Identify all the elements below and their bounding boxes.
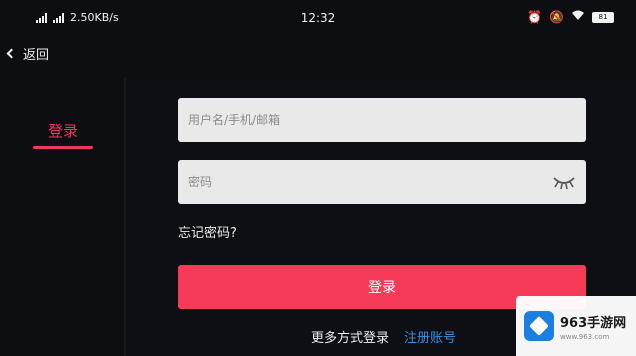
chevron-left-icon: [6, 48, 17, 59]
battery-icon: 81: [592, 11, 614, 23]
back-button[interactable]: 返回: [6, 44, 50, 63]
watermark-title: 963手游网: [560, 315, 627, 331]
more-login-methods-link[interactable]: 更多方式登录: [311, 327, 389, 346]
wifi-icon: [571, 10, 585, 24]
password-input[interactable]: [178, 160, 586, 204]
back-label: 返回: [23, 48, 50, 63]
username-field-container: [178, 98, 586, 142]
watermark-text: 963手游网 www.963.com: [560, 312, 626, 341]
watermark-subtitle: www.963.com: [560, 332, 610, 341]
status-right: ⏰ 🔕 81: [527, 10, 614, 24]
eye-closed-icon[interactable]: [552, 173, 576, 191]
register-link[interactable]: 注册账号: [404, 327, 456, 346]
password-field-container: [178, 160, 586, 204]
watermark: 963手游网 www.963.com: [516, 296, 636, 356]
status-bar: 2.50KB/s 12:32 ⏰ 🔕 81: [0, 0, 636, 36]
forgot-password-link[interactable]: 忘记密码?: [178, 222, 237, 241]
username-input[interactable]: [178, 98, 586, 142]
mute-icon: 🔕: [549, 10, 564, 24]
tab-active-indicator: [33, 146, 93, 149]
watermark-logo-icon: [524, 311, 554, 341]
alarm-icon: ⏰: [527, 10, 543, 24]
tab-login[interactable]: 登录: [33, 120, 93, 141]
